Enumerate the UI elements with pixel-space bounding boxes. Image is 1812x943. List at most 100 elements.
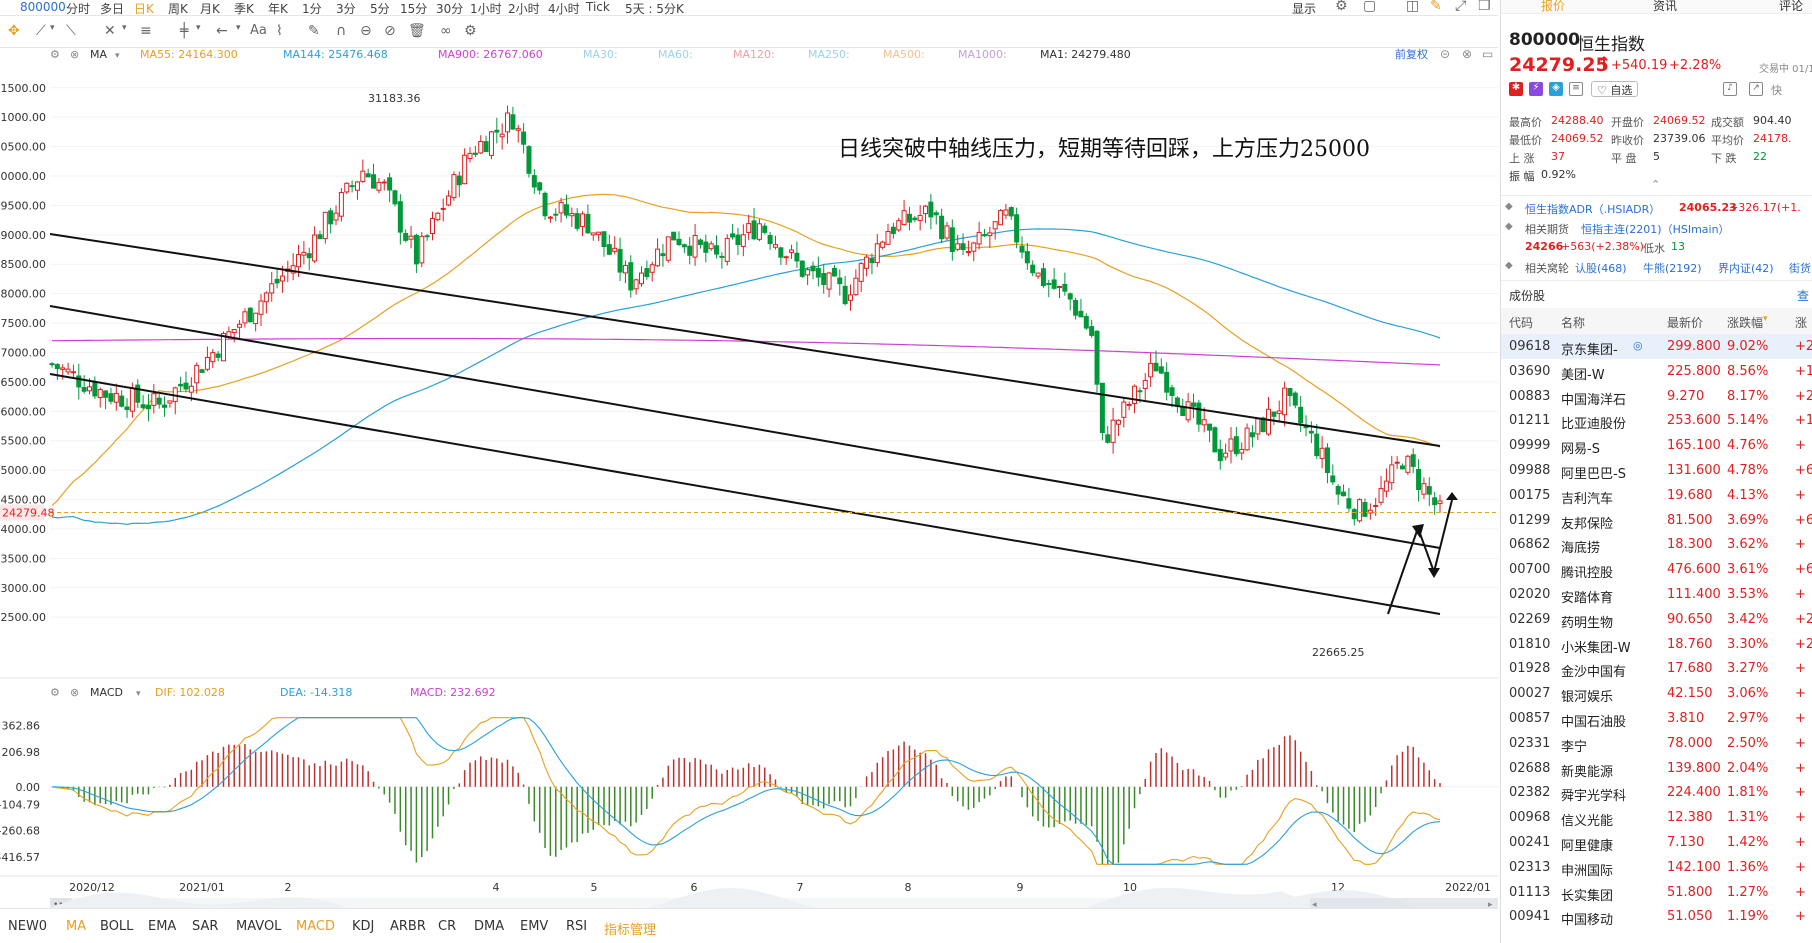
ma-label[interactable]: MA (90, 48, 107, 61)
chevron-down-icon[interactable]: ▾ (136, 689, 141, 699)
display-menu[interactable]: 显示 (1292, 0, 1316, 17)
camera-icon[interactable]: ◫ (1406, 0, 1419, 14)
overview-window[interactable] (1310, 898, 1498, 908)
arrow-left-icon[interactable]: ◂ (1312, 900, 1317, 908)
tag-icon[interactable]: ◈ (1549, 82, 1563, 96)
warrants-call[interactable]: 认股(468) (1575, 260, 1627, 276)
ray-tool-icon[interactable]: ⟍ (66, 23, 76, 39)
brush-icon[interactable]: ⌇ (276, 23, 283, 39)
view-all-link[interactable]: 查 (1797, 287, 1809, 304)
macd-label[interactable]: MACD (90, 686, 123, 699)
arrow-left-icon[interactable]: ← (216, 23, 228, 39)
indicator-tab[interactable]: SAR (192, 919, 218, 934)
hide-icon[interactable]: ⊘ (384, 23, 396, 39)
arrow-right-icon[interactable]: ▸ (1488, 900, 1493, 908)
window-icon[interactable]: ❐ (1478, 0, 1491, 14)
tab-comments[interactable]: 评论 (1779, 0, 1803, 14)
indicator-tab[interactable]: KDJ (352, 919, 374, 934)
period-tab[interactable]: Tick (586, 0, 610, 14)
share-icon[interactable]: ↗ (1749, 82, 1763, 96)
close-icon[interactable]: ⊗ (70, 686, 79, 699)
col-change[interactable]: 涨 (1795, 314, 1807, 331)
pen-icon[interactable]: ✎ (1430, 0, 1442, 14)
table-row[interactable]: 01928 金沙中国有 17.680 3.27% + (1501, 656, 1812, 681)
period-tab[interactable]: 月K (200, 0, 220, 17)
indicator-tab[interactable]: EMV (520, 919, 548, 934)
table-row[interactable]: 00700 腾讯控股 476.600 3.61% +6 (1501, 557, 1812, 582)
table-row[interactable]: 00175 吉利汽车 19.680 4.13% + (1501, 483, 1812, 508)
table-row[interactable]: 03690 美团-W 225.800 8.56% +14 (1501, 359, 1812, 384)
warrants-inline[interactable]: 界内证(42) (1718, 260, 1774, 276)
collapse-icon[interactable]: ⌃ (1651, 178, 1660, 191)
period-tab[interactable]: 30分 (436, 0, 463, 17)
trash-icon[interactable]: 🗑 (408, 23, 426, 39)
col-name[interactable]: 名称 (1561, 314, 1585, 331)
gear-icon[interactable]: ⚙ (50, 686, 60, 699)
table-row[interactable]: 00857 中国石油股 3.810 2.97% + (1501, 706, 1812, 731)
indicator-tab[interactable]: DMA (474, 919, 504, 934)
table-row[interactable]: 02269 药明生物 90.650 3.42% +2 (1501, 607, 1812, 632)
indicator-tab[interactable]: MACD (296, 919, 335, 934)
period-tab[interactable]: 日K (134, 0, 154, 17)
period-tab[interactable]: 5分 (370, 0, 390, 17)
futures-link[interactable]: 恒指主连(2201)（HSImain） (1581, 221, 1730, 237)
col-price[interactable]: 最新价 (1667, 314, 1703, 331)
period-tab[interactable]: 5天 : 5分K (625, 0, 684, 17)
bell-icon[interactable]: ♪ (1723, 82, 1737, 96)
flash-icon[interactable]: ⚡ (1529, 82, 1543, 96)
magnet-icon[interactable]: ∩ (336, 23, 346, 39)
indicator-tab[interactable]: CR (438, 919, 456, 934)
table-row[interactable]: 00027 银河娱乐 42.150 3.06% + (1501, 681, 1812, 706)
warrants-cbbc[interactable]: 牛熊(2192) (1643, 260, 1702, 276)
period-tab[interactable]: 分时 (66, 0, 90, 17)
table-row[interactable]: 00941 中国移动 51.050 1.19% + (1501, 904, 1812, 929)
gear-icon[interactable]: ⚙ (50, 48, 60, 61)
text-tool-icon[interactable]: Aa (250, 23, 267, 38)
add-watchlist-button[interactable]: ♡ 自选 (1591, 81, 1639, 97)
table-row[interactable]: 01299 友邦保险 81.500 3.69% +6 (1501, 508, 1812, 533)
indicator-tab[interactable]: BOLL (100, 919, 133, 934)
settings-icon[interactable]: ⚙ (464, 23, 477, 39)
period-tab[interactable]: 15分 (400, 0, 427, 17)
table-row[interactable]: 00241 阿里健康 7.130 1.42% + (1501, 830, 1812, 855)
col-change-pct[interactable]: 涨跌幅 (1727, 314, 1763, 331)
adr-link[interactable]: 恒生指数ADR（.HSIADR） (1525, 201, 1660, 217)
chevron-down-icon[interactable]: ▾ (236, 23, 241, 33)
period-tab[interactable]: 多日 (100, 0, 124, 17)
table-row[interactable]: 01211 比亚迪股份 253.600 5.14% +1 (1501, 408, 1812, 433)
restore-icon[interactable]: ▭ (1482, 48, 1493, 61)
table-row[interactable]: 02382 舜宇光学科 224.400 1.81% + (1501, 780, 1812, 805)
indicator-tab[interactable]: 指标管理 (604, 919, 656, 938)
period-tab[interactable]: 1小时 (470, 0, 502, 17)
gear-icon[interactable]: ⚙ (1335, 0, 1348, 14)
quick-trade[interactable]: 快 (1771, 82, 1782, 98)
indicator-tab[interactable]: ARBR (390, 919, 426, 934)
indicator-tab[interactable]: EMA (148, 919, 176, 934)
crosshair-icon[interactable]: ✥ (8, 23, 20, 39)
chevron-down-icon[interactable]: ▾ (115, 51, 120, 61)
fullscreen-icon[interactable]: ⤢ (1455, 0, 1466, 14)
symbol-code[interactable]: 800000 (20, 0, 66, 14)
cross-tool-icon[interactable]: ✕ (104, 23, 116, 39)
chevron-down-icon[interactable]: ▾ (50, 23, 55, 33)
kline-chart[interactable]: ⚙ ⊗ MA ▾ MA55: 24164.300 MA144: 25476.468… (0, 48, 1498, 908)
table-row[interactable]: 00968 信义光能 12.380 1.31% + (1501, 805, 1812, 830)
table-row[interactable]: 09618 京东集团- 299.800 9.02% +26 ◎ (1501, 334, 1812, 359)
link-icon[interactable]: ∞ (440, 23, 452, 39)
list-icon[interactable]: ≡ (1569, 82, 1583, 96)
indicator-tab[interactable]: NEW0 (8, 919, 47, 934)
chevron-down-icon[interactable]: ▾ (196, 23, 201, 33)
period-tab[interactable]: 年K (268, 0, 288, 17)
period-tab[interactable]: 周K (168, 0, 188, 17)
col-code[interactable]: 代码 (1509, 314, 1533, 331)
period-tab[interactable]: 季K (234, 0, 254, 17)
tab-quote[interactable]: 报价 (1541, 0, 1565, 14)
table-row[interactable]: 00883 中国海洋石 9.270 8.17% +2 (1501, 384, 1812, 409)
period-tab[interactable]: 3分 (336, 0, 356, 17)
tab-news[interactable]: 资讯 (1653, 0, 1677, 14)
chevron-down-icon[interactable]: ▾ (122, 23, 127, 33)
warrants-street[interactable]: 街货 (1789, 260, 1811, 276)
table-row[interactable]: 02331 李宁 78.000 2.50% + (1501, 731, 1812, 756)
overview-navigator[interactable]: •••◂▸20142015201620172018201920202021202… (50, 887, 1498, 908)
table-row[interactable]: 09999 网易-S 165.100 4.76% + (1501, 433, 1812, 458)
